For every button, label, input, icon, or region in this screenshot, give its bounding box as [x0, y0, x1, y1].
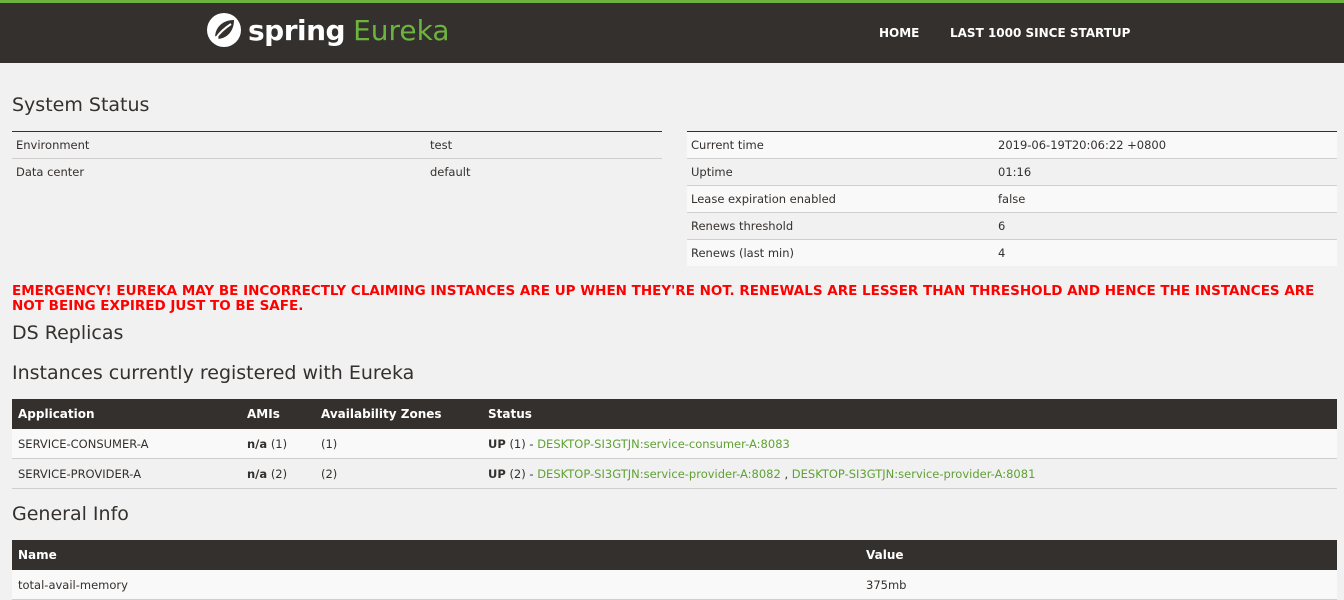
status-key: Renews (last min) [687, 239, 994, 266]
logo-eureka-text: Eureka [353, 13, 450, 47]
nav-home-wrap: HOME [863, 3, 935, 63]
system-status-left-table: Environment test Data center default [12, 131, 662, 185]
status-key: Environment [12, 131, 426, 159]
instance-link-separator: , [780, 466, 792, 481]
instance-status-count: (1) - [509, 436, 538, 451]
instance-status-up: UP [488, 436, 506, 451]
top-navbar: spring Eureka HOME LAST 1000 SINCE START… [0, 0, 1344, 63]
ds-replicas-title: DS Replicas [12, 322, 124, 344]
status-key: Lease expiration enabled [687, 185, 994, 213]
instance-zones: (1) [315, 429, 482, 459]
general-info-name: total-avail-memory [12, 570, 860, 600]
instance-application: SERVICE-PROVIDER-A [12, 458, 241, 489]
emergency-warning: EMERGENCY! EUREKA MAY BE INCORRECTLY CLA… [12, 283, 1315, 314]
status-value: 6 [994, 212, 1337, 240]
instance-ami-count: (2) [270, 466, 288, 481]
instance-ami-value: n/a [247, 436, 268, 451]
instance-ami-value: n/a [247, 466, 268, 481]
status-row: Lease expiration enabled false [687, 185, 1337, 213]
instance-amis: n/a (1) [241, 429, 315, 459]
status-value: default [426, 158, 662, 185]
instance-application: SERVICE-CONSUMER-A [12, 429, 241, 459]
instance-amis: n/a (2) [241, 458, 315, 489]
instance-row: SERVICE-CONSUMER-A n/a (1) (1) UP (1) - DES… [12, 429, 1337, 459]
general-info-row: total-avail-memory 375mb [12, 570, 1337, 600]
col-application: Application [12, 399, 241, 429]
instance-zones: (2) [315, 458, 482, 489]
instance-row: SERVICE-PROVIDER-A n/a (2) (2) UP (2) - DES… [12, 458, 1337, 489]
instance-ami-count: (1) [270, 436, 288, 451]
logo-spring-text: spring [248, 13, 346, 47]
status-value: 01:16 [994, 158, 1337, 186]
status-key: Renews threshold [687, 212, 994, 240]
col-name: Name [12, 540, 860, 570]
general-info-value: 375mb [860, 570, 1337, 600]
instances-title: Instances currently registered with Eure… [12, 362, 415, 384]
status-row: Data center default [12, 158, 662, 185]
status-row: Renews (last min) 4 [687, 239, 1337, 266]
instances-table: Application AMIs Availability Zones Stat… [12, 399, 1337, 489]
status-value: false [994, 185, 1337, 213]
nav-last-1000-link[interactable]: LAST 1000 SINCE STARTUP [934, 26, 1146, 40]
system-status-title: System Status [12, 94, 150, 116]
nav-home-link[interactable]: HOME [863, 26, 935, 40]
status-row: Uptime 01:16 [687, 158, 1337, 186]
col-status: Status [482, 399, 1337, 429]
status-key: Current time [687, 131, 994, 159]
status-value: 4 [994, 239, 1337, 266]
spring-leaf-icon [207, 13, 241, 47]
nav-last-wrap: LAST 1000 SINCE STARTUP [934, 3, 1146, 63]
status-value: test [426, 131, 662, 159]
col-value: Value [860, 540, 1337, 570]
status-value: 2019-06-19T20:06:22 +0800 [994, 131, 1337, 159]
system-status-right-table: Current time 2019-06-19T20:06:22 +0800 Upt… [687, 131, 1337, 266]
general-info-title: General Info [12, 503, 129, 525]
col-amis: AMIs [241, 399, 315, 429]
col-availability-zones: Availability Zones [315, 399, 482, 429]
general-info-table: Name Value total-avail-memory 375mb [12, 540, 1337, 600]
instance-link[interactable]: DESKTOP-SI3GTJN:service-consumer-A:8083 [537, 437, 790, 451]
instance-status: UP (2) - DESKTOP-SI3GTJN:service-provide… [482, 458, 1337, 489]
status-row: Current time 2019-06-19T20:06:22 +0800 [687, 131, 1337, 159]
instance-status: UP (1) - DESKTOP-SI3GTJN:service-consume… [482, 429, 1337, 459]
instance-link[interactable]: DESKTOP-SI3GTJN:service-provider-A:8081 [792, 467, 1036, 481]
spring-eureka-logo[interactable]: spring Eureka [206, 12, 450, 48]
instance-status-count: (2) - [509, 466, 538, 481]
status-row: Renews threshold 6 [687, 212, 1337, 240]
status-row: Environment test [12, 131, 662, 159]
status-key: Uptime [687, 158, 994, 186]
instance-status-up: UP [488, 466, 506, 481]
status-key: Data center [12, 158, 426, 185]
instance-link[interactable]: DESKTOP-SI3GTJN:service-provider-A:8082 [537, 467, 781, 481]
